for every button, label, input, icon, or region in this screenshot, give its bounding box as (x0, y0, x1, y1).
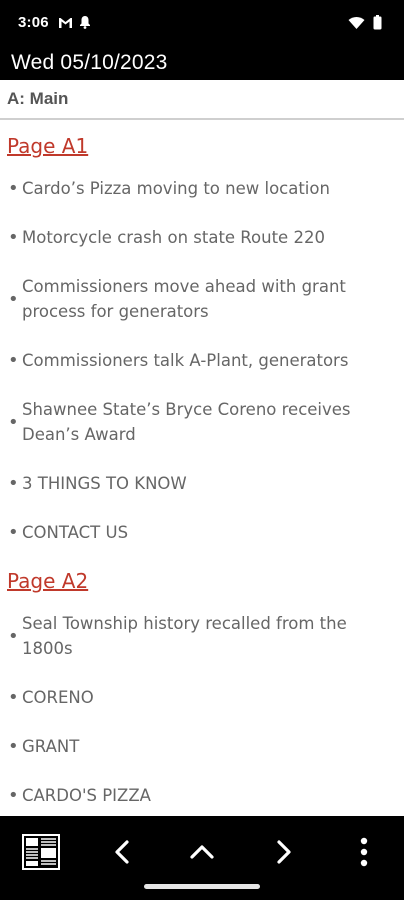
list-item[interactable]: • Commissioners talk A-Plant, generators (0, 348, 404, 373)
page-link-a1[interactable]: Page A1 (0, 134, 404, 158)
list-item[interactable]: • Motorcycle crash on state Route 220 (0, 225, 404, 250)
list-item[interactable]: • Seal Township history recalled from the… (0, 611, 404, 661)
status-time: 3:06 (18, 14, 49, 31)
list-item[interactable]: • GRANT (0, 734, 404, 759)
notification-bell-icon (79, 15, 91, 34)
list-item[interactable]: • 3 THINGS TO KNOW (0, 471, 404, 496)
section-title: A: Main (7, 89, 69, 108)
list-item[interactable]: • Cardo’s Pizza moving to new location (0, 176, 404, 201)
bullet: • (8, 178, 19, 199)
bullet: • (8, 687, 19, 708)
list-item[interactable]: • CONTACT US (0, 520, 404, 545)
list-item[interactable]: • CARDO'S PIZZA (0, 783, 404, 808)
bullet: • (8, 227, 19, 248)
issue-date: Wed 05/10/2023 (11, 51, 168, 74)
app-header: Wed 05/10/2023 (0, 48, 404, 80)
bullet: • (8, 411, 19, 433)
list-item[interactable]: • Commissioners move ahead with grant pro… (0, 274, 404, 324)
bullet: • (8, 350, 19, 371)
bullet: • (8, 736, 19, 757)
gmail-icon (58, 16, 73, 34)
more-vert-icon[interactable] (344, 826, 384, 878)
wifi-icon (348, 16, 365, 34)
bullet: • (8, 522, 19, 543)
status-bar: 3:06 (0, 0, 404, 48)
home-indicator[interactable] (144, 884, 260, 889)
bullet: • (8, 785, 19, 806)
bullet: • (8, 473, 19, 494)
chevron-up-icon[interactable] (180, 826, 224, 878)
battery-icon (373, 15, 382, 35)
chevron-right-icon[interactable] (262, 826, 306, 878)
chevron-left-icon[interactable] (100, 826, 144, 878)
article-list[interactable]: A: Main Page A1 • Cardo’s Pizza moving to… (0, 80, 404, 816)
newspaper-page-icon[interactable] (18, 826, 64, 878)
bullet: • (8, 288, 19, 310)
list-item[interactable]: • CORENO (0, 685, 404, 710)
list-item[interactable]: • Shawnee State’s Bryce Coreno receives D… (0, 397, 404, 447)
page-link-a2[interactable]: Page A2 (0, 569, 404, 593)
section-bar: A: Main (0, 80, 404, 120)
bullet: • (8, 625, 19, 647)
